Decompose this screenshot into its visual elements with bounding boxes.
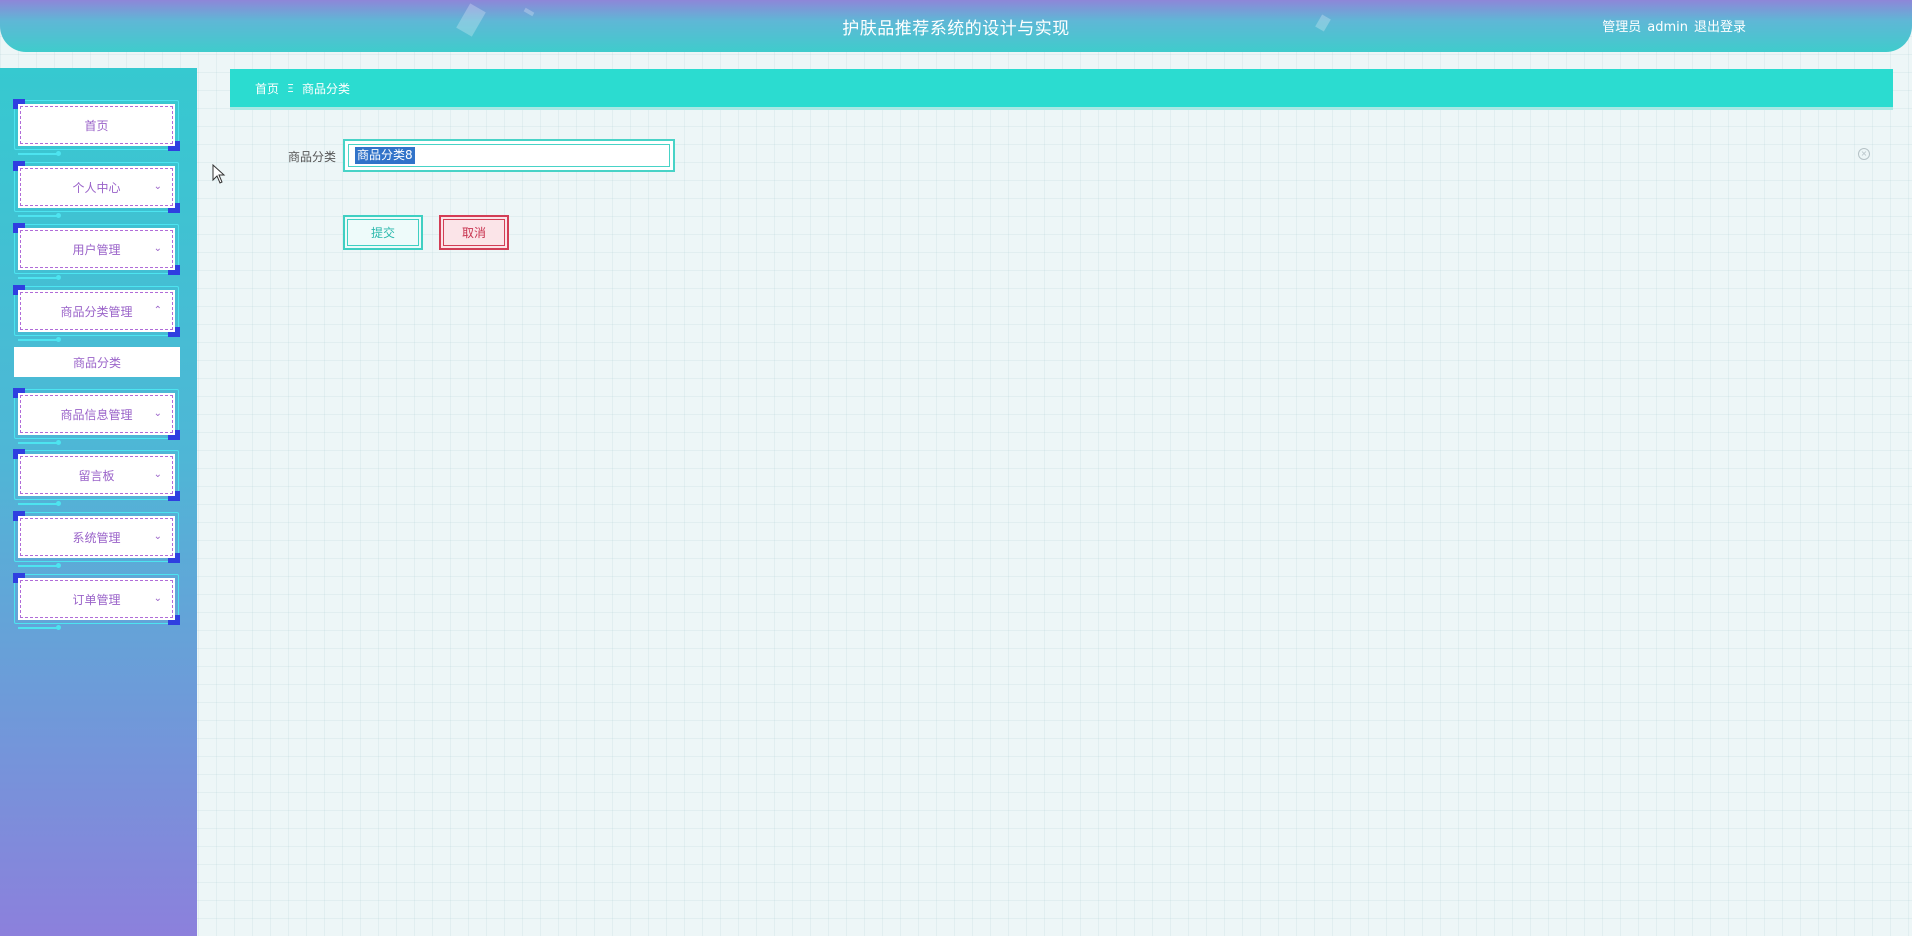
- breadcrumb-current: 商品分类: [301, 81, 350, 96]
- sidebar-item-label[interactable]: 订单管理 ⌄: [18, 578, 175, 620]
- chevron-down-icon: ⌄: [153, 181, 162, 192]
- chevron-down-icon: ⌄: [153, 243, 162, 254]
- sidebar-item-label[interactable]: 个人中心 ⌄: [18, 166, 175, 208]
- menu-label-product-management: 商品信息管理: [60, 407, 133, 422]
- chevron-up-icon: ⌃: [153, 305, 162, 316]
- user-info: 管理员 admin 退出登录: [1596, 16, 1746, 35]
- sidebar-item-user-management[interactable]: 用户管理 ⌄: [13, 223, 180, 280]
- menu-label-personal-center: 个人中心: [72, 180, 121, 195]
- frame-tail: [18, 440, 61, 445]
- selected-input-text: 商品分类8: [355, 147, 415, 164]
- frame-tail: [18, 501, 61, 506]
- chevron-down-icon: ⌄: [153, 408, 162, 419]
- menu-label-user-management: 用户管理: [72, 242, 121, 257]
- frame-tail: [18, 563, 61, 568]
- username: admin: [1647, 20, 1688, 35]
- breadcrumb-separator-icon: Ξ: [287, 81, 294, 95]
- sidebar-item-product-management[interactable]: 商品信息管理 ⌄: [13, 388, 180, 445]
- mouse-cursor-icon: [212, 164, 226, 184]
- top-header: 护肤品推荐系统的设计与实现 管理员 admin 退出登录: [0, 0, 1912, 52]
- sidebar-item-label[interactable]: 用户管理 ⌄: [18, 228, 175, 270]
- frame-tail: [18, 337, 61, 342]
- frame-tail: [18, 151, 61, 156]
- sidebar-item-system-management[interactable]: 系统管理 ⌄: [13, 511, 180, 568]
- cancel-button[interactable]: 取消: [439, 215, 509, 250]
- menu-label-order-management: 订单管理: [72, 592, 121, 607]
- sidebar-item-personal-center[interactable]: 个人中心 ⌄: [13, 161, 180, 218]
- sidebar-item-category-management[interactable]: 商品分类管理 ⌃: [13, 285, 180, 342]
- submenu-item-category[interactable]: 商品分类: [14, 347, 180, 377]
- sidebar-item-home[interactable]: 首页: [13, 99, 180, 156]
- frame-tail: [18, 213, 61, 218]
- frame-tail: [18, 625, 61, 630]
- sidebar-item-label[interactable]: 首页: [18, 104, 175, 146]
- sidebar-item-message-board[interactable]: 留言板 ⌄: [13, 449, 180, 506]
- submit-button[interactable]: 提交: [343, 215, 423, 250]
- sidebar-item-label[interactable]: 留言板 ⌄: [18, 454, 175, 496]
- menu-label-system-management: 系统管理: [72, 530, 121, 545]
- user-role: 管理员: [1602, 20, 1642, 35]
- chevron-down-icon: ⌄: [153, 469, 162, 480]
- breadcrumb: 首页 Ξ 商品分类: [230, 69, 1893, 107]
- close-icon[interactable]: ×: [1858, 148, 1870, 160]
- menu-label-message-board: 留言板: [78, 468, 115, 483]
- page-background: [0, 0, 1912, 936]
- frame-tail: [18, 275, 61, 280]
- chevron-down-icon: ⌄: [153, 593, 162, 604]
- category-field-label: 商品分类: [287, 150, 336, 164]
- menu-label-category-management: 商品分类管理: [60, 304, 133, 319]
- logout-link[interactable]: 退出登录: [1694, 20, 1746, 35]
- sidebar-item-label[interactable]: 商品分类管理 ⌃: [18, 290, 175, 332]
- sidebar-item-order-management[interactable]: 订单管理 ⌄: [13, 573, 180, 630]
- breadcrumb-home[interactable]: 首页: [255, 80, 279, 97]
- sidebar-item-label[interactable]: 商品信息管理 ⌄: [18, 393, 175, 435]
- chevron-down-icon: ⌄: [153, 531, 162, 542]
- menu-label-home: 首页: [84, 118, 109, 133]
- sidebar-item-label[interactable]: 系统管理 ⌄: [18, 516, 175, 558]
